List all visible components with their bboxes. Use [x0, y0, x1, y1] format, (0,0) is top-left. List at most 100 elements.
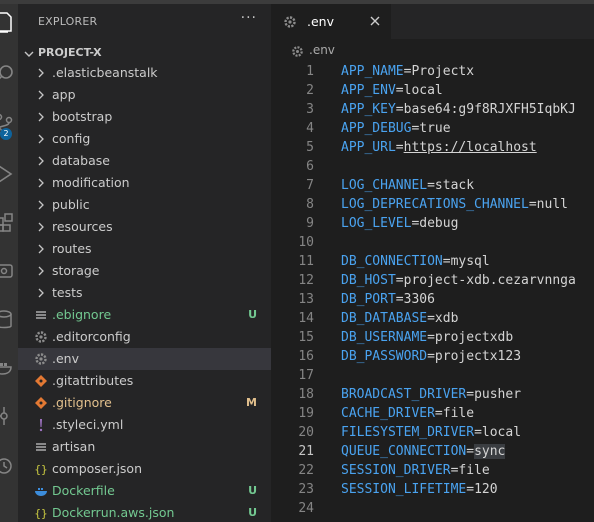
env-value: pusher	[474, 387, 522, 402]
equals-sign: =	[395, 273, 404, 288]
file-item[interactable]: .gitignore M	[18, 392, 271, 414]
code-line[interactable]: 5 APP_URL=https://localhost	[271, 138, 594, 157]
folder-item[interactable]: storage	[18, 260, 271, 282]
env-value: 120	[474, 482, 498, 497]
gear-icon	[291, 43, 304, 57]
file-item[interactable]: {} composer.json	[18, 458, 271, 480]
folder-item[interactable]: config	[18, 128, 271, 150]
line-number: 6	[306, 159, 314, 174]
code-line[interactable]: 13 DB_PORT=3306	[271, 290, 594, 309]
code-line[interactable]: 21 QUEUE_CONNECTION=sync	[271, 442, 594, 461]
git-status-badge: U	[248, 308, 257, 321]
code-line[interactable]: 18 BROADCAST_DRIVER=pusher	[271, 385, 594, 404]
folder-item[interactable]: public	[18, 194, 271, 216]
code-line[interactable]: 9 LOG_LEVEL=debug	[271, 214, 594, 233]
remote-icon[interactable]	[0, 260, 16, 284]
code-line[interactable]: 12 DB_HOST=project-xdb.cezarvnnga	[271, 271, 594, 290]
code-line[interactable]: 19 CACHE_DRIVER=file	[271, 404, 594, 423]
item-label: .editorconfig	[52, 329, 131, 344]
breadcrumb-file[interactable]: .env	[309, 43, 335, 57]
folder-item[interactable]: bootstrap	[18, 106, 271, 128]
env-value: sync	[474, 444, 506, 459]
code-editor[interactable]: 1 APP_NAME=Projectx 2 APP_ENV=local 3 APP_KEY…	[271, 62, 594, 518]
code-line[interactable]: 22 SESSION_DRIVER=file	[271, 461, 594, 480]
line-number: 23	[298, 482, 314, 497]
file-item[interactable]: artisan	[18, 436, 271, 458]
svg-text:{}: {}	[34, 507, 47, 520]
line-number: 19	[298, 406, 314, 421]
chevron-right-icon	[34, 286, 48, 300]
code-line[interactable]: 24	[271, 499, 594, 518]
code-text: APP_NAME=Projectx	[341, 62, 474, 81]
run-debug-icon[interactable]	[0, 162, 16, 186]
code-line[interactable]: 2 APP_ENV=local	[271, 81, 594, 100]
code-line[interactable]: 6	[271, 157, 594, 176]
file-item[interactable]: .styleci.yml	[18, 414, 271, 436]
equals-sign: =	[395, 292, 404, 307]
env-key: APP_KEY	[341, 102, 396, 117]
code-line[interactable]: 14 DB_DATABASE=xdb	[271, 309, 594, 328]
gear-icon	[34, 352, 48, 366]
file-item[interactable]: .ebignore U	[18, 304, 271, 326]
env-value: stack	[434, 178, 475, 193]
chevron-right-icon	[34, 176, 48, 190]
env-key: DB_PORT	[341, 292, 396, 307]
explorer-title: EXPLORER	[38, 15, 98, 28]
line-number: 16	[298, 349, 314, 364]
file-item[interactable]: .gitattributes	[18, 370, 271, 392]
explorer-files-icon[interactable]	[0, 10, 16, 34]
folder-item[interactable]: resources	[18, 216, 271, 238]
code-line[interactable]: 20 FILESYSTEM_DRIVER=local	[271, 423, 594, 442]
env-value: mysql	[450, 254, 490, 269]
code-line[interactable]: 17	[271, 366, 594, 385]
line-number: 7	[306, 178, 314, 193]
line-number: 1	[306, 64, 314, 79]
equals-sign: =	[427, 311, 435, 326]
file-item[interactable]: .env	[18, 348, 271, 370]
code-line[interactable]: 16 DB_PASSWORD=projectx123	[271, 347, 594, 366]
env-key: SESSION_DRIVER	[341, 463, 451, 478]
folder-item[interactable]: routes	[18, 238, 271, 260]
folder-item[interactable]: app	[18, 84, 271, 106]
code-line[interactable]: 8 LOG_DEPRECATIONS_CHANNEL=null	[271, 195, 594, 214]
file-item[interactable]: {} Dockerrun.aws.json U	[18, 502, 271, 522]
code-line[interactable]: 23 SESSION_LIFETIME=120	[271, 480, 594, 499]
database-icon[interactable]	[0, 308, 16, 332]
code-line[interactable]: 3 APP_KEY=base64:g9f8RJXFH5IqbKJ	[271, 100, 594, 119]
code-line[interactable]: 7 LOG_CHANNEL=stack	[271, 176, 594, 195]
code-text: DB_DATABASE=xdb	[341, 309, 458, 328]
code-text: LOG_DEPRECATIONS_CHANNEL=null	[341, 195, 568, 214]
search-icon[interactable]	[0, 62, 16, 86]
code-line[interactable]: 10	[271, 233, 594, 252]
line-number: 4	[306, 121, 314, 136]
tab-env[interactable]: .env	[271, 4, 391, 39]
folder-item[interactable]: modification	[18, 172, 271, 194]
env-key: LOG_DEPRECATIONS_CHANNEL	[341, 197, 529, 212]
env-value: projectx123	[434, 349, 522, 364]
file-item[interactable]: .editorconfig	[18, 326, 271, 348]
timeline-icon[interactable]	[0, 454, 16, 478]
source-control-badge: 2	[0, 128, 12, 140]
git-graph-icon[interactable]	[0, 404, 16, 428]
folder-item[interactable]: tests	[18, 282, 271, 304]
docker-icon[interactable]	[0, 354, 16, 378]
code-line[interactable]: 11 DB_CONNECTION=mysql	[271, 252, 594, 271]
file-item[interactable]: Dockerfile U	[18, 480, 271, 502]
equals-sign: =	[427, 349, 435, 364]
code-line[interactable]: 1 APP_NAME=Projectx	[271, 62, 594, 81]
git-status-badge: M	[246, 396, 257, 409]
code-line[interactable]: 4 APP_DEBUG=true	[271, 119, 594, 138]
env-value: projectxdb	[434, 330, 514, 345]
folder-item[interactable]: database	[18, 150, 271, 172]
equals-sign: =	[528, 197, 537, 212]
env-key: BROADCAST_DRIVER	[341, 387, 467, 402]
code-text: LOG_LEVEL=debug	[341, 214, 458, 233]
extensions-icon[interactable]	[0, 210, 16, 234]
code-line[interactable]: 15 DB_USERNAME=projectxdb	[271, 328, 594, 347]
close-icon[interactable]	[368, 13, 382, 27]
line-number: 15	[298, 330, 314, 345]
folder-item[interactable]: .elasticbeanstalk	[18, 62, 271, 84]
more-actions-icon[interactable]: ···	[241, 10, 257, 26]
project-header[interactable]: PROJECT-X	[18, 42, 271, 64]
equals-sign: =	[395, 140, 404, 155]
